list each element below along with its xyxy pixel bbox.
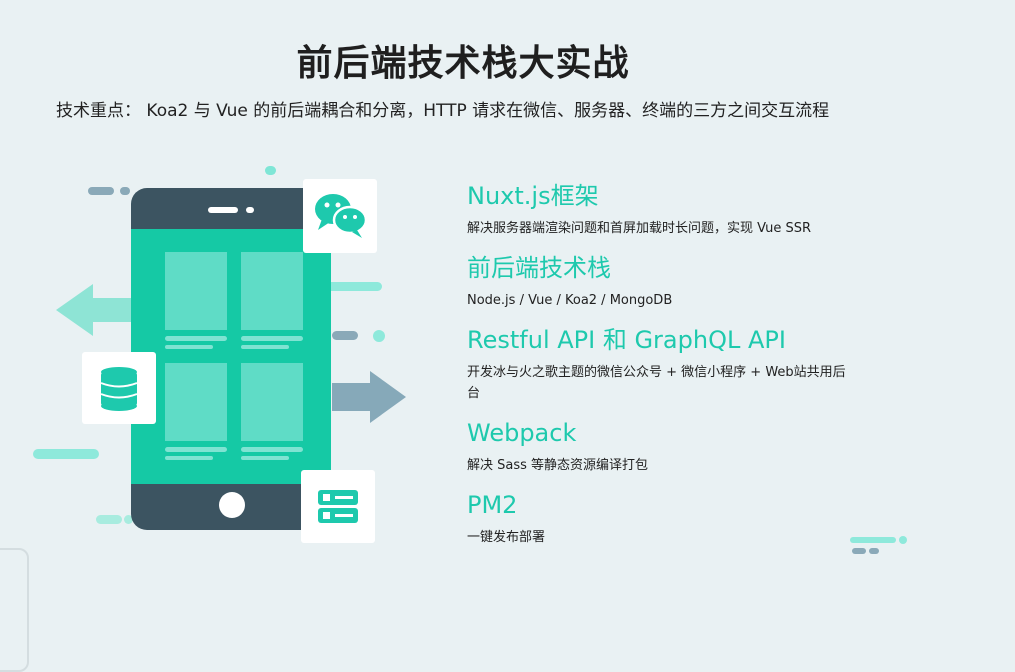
feature-item-api: Restful API 和 GraphQL API 开发冰与火之歌主题的微信公众… (467, 324, 867, 404)
server-card (301, 470, 375, 543)
feature-desc: 解决 Sass 等静态资源编译打包 (467, 458, 649, 473)
feature-desc: 解决服务器端渲染问题和首屏加载时长问题，实现 Vue SSR (467, 221, 812, 236)
decorative-bars-right (850, 536, 907, 554)
feature-title: PM2 (467, 491, 518, 519)
feature-desc: 一键发布部署 (467, 530, 546, 545)
page-title: 前后端技术栈大实战 (296, 43, 630, 84)
feature-item-stack: 前后端技术栈 Node.js / Vue / Koa2 / MongoDB (467, 252, 867, 311)
feature-desc: 开发冰与火之歌主题的微信公众号 + 微信小程序 + Web站共用后台 (467, 365, 846, 401)
feature-item-pm2: PM2 一键发布部署 (467, 489, 867, 548)
feature-item-webpack: Webpack 解决 Sass 等静态资源编译打包 (467, 417, 867, 476)
feature-title: 前后端技术栈 (467, 254, 611, 282)
arrow-right-shape (332, 371, 406, 423)
corner-decoration (0, 548, 29, 672)
arrow-left-shape (56, 284, 140, 336)
feature-title: Restful API 和 GraphQL API (467, 326, 786, 354)
database-icon (100, 367, 138, 411)
feature-title: Webpack (467, 419, 577, 447)
page-subtitle: 技术重点： Koa2 与 Vue 的前后端耦合和分离，HTTP 请求在微信、服务… (56, 101, 830, 121)
hero-illustration (33, 166, 406, 543)
feature-item-nuxt: Nuxt.js框架 解决服务器端渲染问题和首屏加载时长问题，实现 Vue SSR (467, 180, 867, 239)
feature-title: Nuxt.js框架 (467, 182, 599, 210)
feature-list: Nuxt.js框架 解决服务器端渲染问题和首屏加载时长问题，实现 Vue SSR… (467, 180, 867, 561)
wechat-card (303, 179, 377, 253)
feature-desc: Node.js / Vue / Koa2 / MongoDB (467, 293, 673, 308)
database-card (82, 352, 156, 424)
